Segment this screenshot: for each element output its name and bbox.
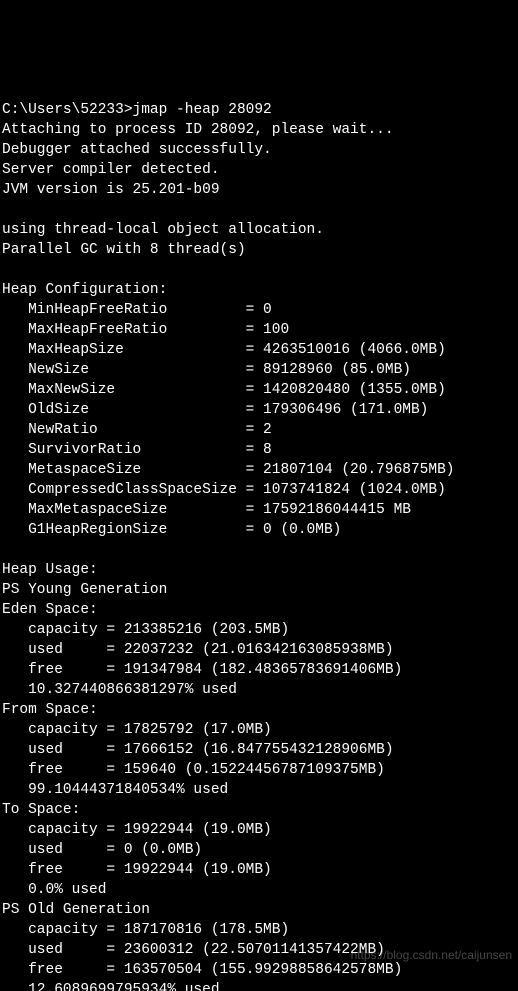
config-row: MaxMetaspaceSize = 17592186044415 MB	[2, 502, 411, 518]
oldgen-title: PS Old Generation	[2, 902, 150, 918]
watermark: https://blog.csdn.net/caijunsen	[351, 945, 512, 965]
old-line: 12.6089699795934% used	[2, 982, 220, 991]
config-row: MaxHeapFreeRatio = 100	[2, 322, 289, 338]
terminal-output[interactable]: C:\Users\52233>jmap -heap 28092 Attachin…	[0, 100, 518, 991]
output-line: Debugger attached successfully.	[2, 142, 272, 158]
config-row: MaxHeapSize = 4263510016 (4066.0MB)	[2, 342, 446, 358]
old-line: free = 163570504 (155.99298858642578MB)	[2, 962, 402, 978]
output-line: Server compiler detected.	[2, 162, 220, 178]
eden-line: 10.327440866381297% used	[2, 682, 237, 698]
to-line: free = 19922944 (19.0MB)	[2, 862, 272, 878]
from-title: From Space:	[2, 702, 98, 718]
config-row: CompressedClassSpaceSize = 1073741824 (1…	[2, 482, 446, 498]
to-line: capacity = 19922944 (19.0MB)	[2, 822, 272, 838]
output-line: Parallel GC with 8 thread(s)	[2, 242, 246, 258]
to-line: used = 0 (0.0MB)	[2, 842, 202, 858]
old-line: used = 23600312 (22.50701141357422MB)	[2, 942, 385, 958]
config-row: G1HeapRegionSize = 0 (0.0MB)	[2, 522, 341, 538]
config-row: MetaspaceSize = 21807104 (20.796875MB)	[2, 462, 454, 478]
output-line: JVM version is 25.201-b09	[2, 182, 220, 198]
output-line: Attaching to process ID 28092, please wa…	[2, 122, 394, 138]
younggen-title: PS Young Generation	[2, 582, 167, 598]
old-line: capacity = 187170816 (178.5MB)	[2, 922, 289, 938]
eden-line: used = 22037232 (21.016342163085938MB)	[2, 642, 394, 658]
heap-config-title: Heap Configuration:	[2, 282, 167, 298]
config-row: NewRatio = 2	[2, 422, 272, 438]
config-row: MaxNewSize = 1420820480 (1355.0MB)	[2, 382, 446, 398]
to-title: To Space:	[2, 802, 80, 818]
output-line: using thread-local object allocation.	[2, 222, 324, 238]
from-line: used = 17666152 (16.847755432128906MB)	[2, 742, 394, 758]
config-row: OldSize = 179306496 (171.0MB)	[2, 402, 428, 418]
config-row: MinHeapFreeRatio = 0	[2, 302, 272, 318]
eden-title: Eden Space:	[2, 602, 98, 618]
prompt: C:\Users\52233>	[2, 102, 133, 118]
from-line: 99.10444371840534% used	[2, 782, 228, 798]
from-line: capacity = 17825792 (17.0MB)	[2, 722, 272, 738]
heap-usage-title: Heap Usage:	[2, 562, 98, 578]
command: jmap -heap 28092	[133, 102, 272, 118]
eden-line: free = 191347984 (182.48365783691406MB)	[2, 662, 402, 678]
eden-line: capacity = 213385216 (203.5MB)	[2, 622, 289, 638]
from-line: free = 159640 (0.15224456787109375MB)	[2, 762, 385, 778]
to-line: 0.0% used	[2, 882, 106, 898]
config-row: SurvivorRatio = 8	[2, 442, 272, 458]
config-row: NewSize = 89128960 (85.0MB)	[2, 362, 411, 378]
